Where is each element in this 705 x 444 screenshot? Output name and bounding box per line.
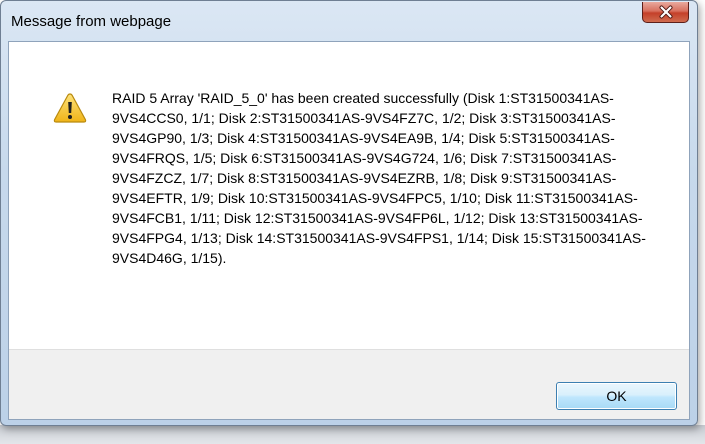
ok-button[interactable]: OK — [556, 382, 677, 410]
warning-icon — [53, 93, 87, 123]
close-button[interactable] — [642, 2, 689, 23]
message-dialog: Message from webpage RAID 5 Array 'RAID_… — [0, 0, 698, 426]
close-icon — [659, 5, 672, 19]
background-window-strip — [0, 425, 705, 444]
dialog-title: Message from webpage — [11, 13, 172, 30]
dialog-title-bar[interactable]: Message from webpage — [1, 1, 697, 41]
dialog-footer: OK — [9, 349, 689, 419]
dialog-message: RAID 5 Array 'RAID_5_0' has been created… — [112, 90, 646, 266]
message-area: RAID 5 Array 'RAID_5_0' has been created… — [9, 42, 689, 349]
dialog-body: RAID 5 Array 'RAID_5_0' has been created… — [8, 41, 690, 420]
